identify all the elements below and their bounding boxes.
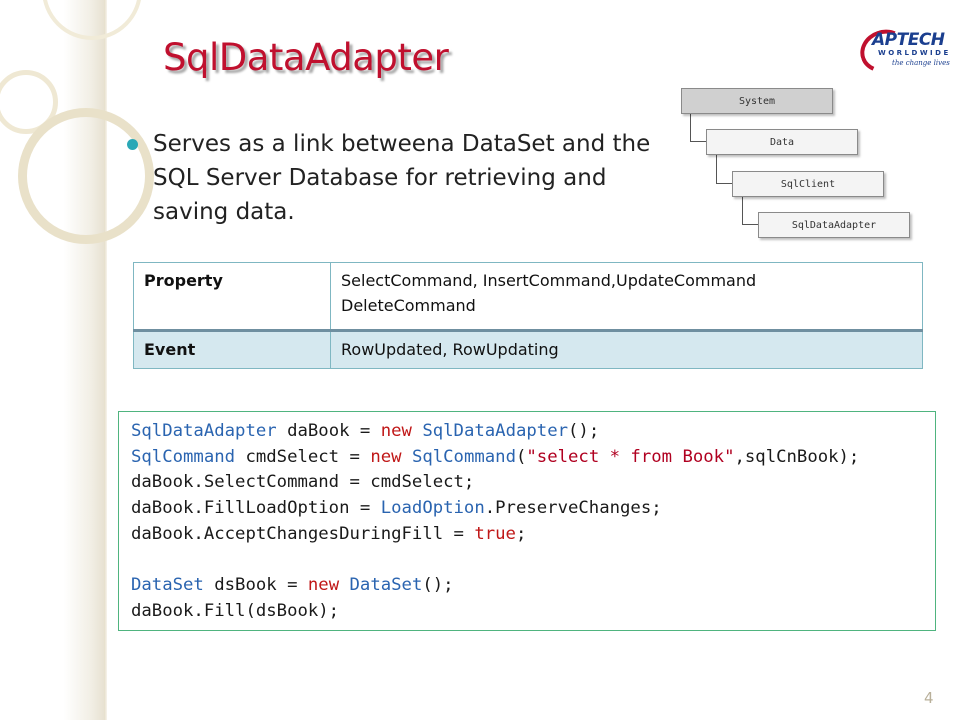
code-token: SqlCommand — [131, 446, 236, 467]
decorative-ring — [18, 108, 154, 244]
code-token: ; — [515, 523, 527, 544]
code-token: LoadOption — [380, 498, 485, 519]
code-line: daBook.SelectCommand = cmdSelect; — [131, 470, 859, 496]
code-token: DataSet — [131, 575, 204, 596]
code-lines: SqlDataAdapter daBook = new SqlDataAdapt… — [131, 419, 859, 625]
hierarchy-node-system: System — [681, 88, 833, 114]
code-token: DataSet — [349, 575, 423, 596]
hierarchy-node-sqldataadapter: SqlDataAdapter — [758, 212, 910, 238]
table-row-event: Event RowUpdated, RowUpdating — [133, 329, 923, 369]
code-token: (); — [422, 575, 454, 596]
code-token: new — [370, 446, 402, 467]
table-key-cell: Event — [133, 329, 331, 369]
slide-title: SqlDataAdapter — [163, 36, 449, 79]
code-token: SqlDataAdapter — [131, 421, 277, 441]
code-token: SqlDataAdapter — [422, 421, 569, 441]
code-token: ( — [515, 446, 527, 467]
hierarchy-connector — [742, 224, 758, 225]
code-token: dsBook = — [203, 575, 308, 596]
logo-sub: WORLDWIDE — [878, 49, 951, 57]
hierarchy-connector — [742, 196, 743, 225]
code-token: daBook.Fill(dsBook); — [131, 600, 340, 621]
code-line: daBook.FillLoadOption = LoadOption.Prese… — [131, 496, 859, 522]
logo-tagline: the change lives — [892, 59, 950, 67]
code-line: DataSet dsBook = new DataSet(); — [131, 573, 859, 599]
code-token: "select * from Book" — [526, 446, 735, 467]
code-token: ,sqlCnBook); — [734, 446, 860, 467]
members-table: Property SelectCommand, InsertCommand,Up… — [133, 262, 923, 369]
table-value-line: DeleteCommand — [341, 296, 476, 315]
code-token: daBook.SelectCommand = cmdSelect; — [131, 472, 475, 493]
code-token: new — [380, 421, 412, 441]
table-row-property: Property SelectCommand, InsertCommand,Up… — [133, 262, 923, 331]
logo-name: APTECH — [872, 30, 945, 50]
code-token: cmdSelect = — [235, 446, 371, 467]
code-token: (); — [568, 421, 600, 441]
code-token: .PreserveChanges; — [484, 498, 662, 519]
table-value-cell: SelectCommand, InsertCommand,UpdateComma… — [330, 262, 923, 331]
hierarchy-connector — [690, 112, 691, 142]
code-token: SqlCommand — [411, 446, 516, 467]
hierarchy-node-data: Data — [706, 129, 858, 155]
code-token: daBook.AcceptChangesDuringFill = — [131, 523, 475, 544]
code-token: daBook.FillLoadOption = — [131, 498, 381, 519]
table-value-cell: RowUpdated, RowUpdating — [330, 329, 923, 369]
code-line: daBook.Fill(dsBook); — [131, 599, 859, 625]
bullet-text: Serves as a link betweena DataSet and th… — [153, 131, 651, 225]
decorative-divider-line — [104, 0, 107, 720]
code-line: SqlCommand cmdSelect = new SqlCommand("s… — [131, 445, 859, 471]
page-number: 4 — [924, 689, 934, 707]
hierarchy-connector — [716, 154, 717, 184]
code-token: new — [307, 575, 340, 596]
hierarchy-connector — [690, 141, 706, 142]
code-token: true — [474, 523, 516, 544]
code-line: daBook.AcceptChangesDuringFill = true; — [131, 522, 859, 548]
hierarchy-connector — [716, 183, 732, 184]
code-snippet: SqlDataAdapter daBook = new SqlDataAdapt… — [118, 411, 936, 631]
code-token: daBook = — [276, 421, 381, 441]
table-key-cell: Property — [133, 262, 331, 331]
hierarchy-node-sqlclient: SqlClient — [732, 171, 884, 197]
bullet-icon — [127, 139, 138, 150]
code-line: SqlDataAdapter daBook = new SqlDataAdapt… — [131, 419, 859, 445]
aptech-logo: APTECH WORLDWIDE the change lives — [854, 23, 952, 79]
table-value-line: SelectCommand, InsertCommand,UpdateComma… — [341, 271, 757, 290]
